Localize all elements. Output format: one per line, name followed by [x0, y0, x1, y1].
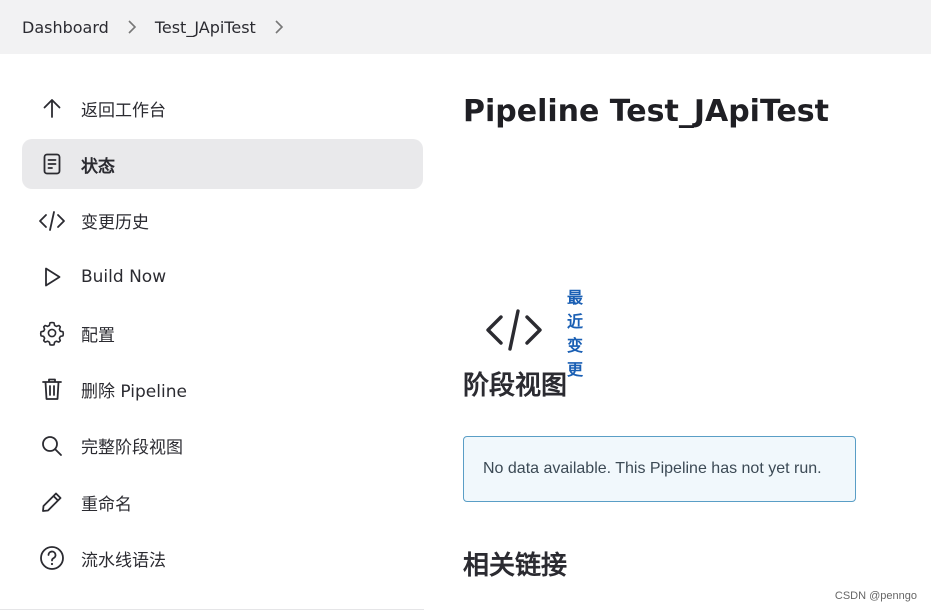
- sidebar-item-label: 返回工作台: [81, 100, 166, 121]
- watermark: CSDN @penngo: [834, 590, 917, 602]
- no-data-notice: No data available. This Pipeline has not…: [463, 436, 856, 502]
- sidebar-item-configure[interactable]: 配置: [22, 308, 423, 358]
- sidebar-item-label: Build Now: [81, 266, 167, 287]
- sidebar-item-delete-pipeline[interactable]: 删除 Pipeline: [22, 364, 423, 414]
- stage-view-heading: 阶段视图: [463, 371, 568, 401]
- page-title: Pipeline Test_JApiTest: [463, 94, 829, 129]
- code-icon[interactable]: [485, 308, 543, 356]
- sidebar-item-label: 配置: [81, 325, 115, 346]
- divider: [0, 609, 424, 610]
- sidebar-item-label: 变更历史: [81, 213, 149, 234]
- search-icon: [38, 432, 66, 460]
- chevron-right-icon[interactable]: [274, 19, 284, 35]
- sidebar-item-label: 完整阶段视图: [81, 438, 183, 459]
- document-icon: [38, 150, 66, 178]
- breadcrumb-dashboard[interactable]: Dashboard: [22, 18, 109, 37]
- sidebar: 返回工作台 状态 变更历史 Build Now 配置 删除 Pipeline 完…: [22, 83, 423, 590]
- pencil-icon: [38, 488, 66, 516]
- sidebar-item-label: 重命名: [81, 494, 132, 515]
- help-icon: [38, 544, 66, 572]
- sidebar-item-label: 删除 Pipeline: [81, 381, 187, 402]
- sidebar-item-full-stage-view[interactable]: 完整阶段视图: [22, 421, 423, 471]
- recent-changes-link[interactable]: 最近变更: [567, 284, 583, 380]
- sidebar-item-changes[interactable]: 变更历史: [22, 196, 423, 246]
- chevron-right-icon: [127, 19, 137, 35]
- sidebar-item-status[interactable]: 状态: [22, 139, 423, 190]
- sidebar-item-label: 状态: [81, 156, 115, 177]
- code-icon: [38, 207, 66, 235]
- breadcrumb-job[interactable]: Test_JApiTest: [155, 18, 256, 37]
- related-links-heading: 相关链接: [463, 551, 568, 581]
- gear-icon: [38, 319, 66, 347]
- sidebar-item-rename[interactable]: 重命名: [22, 477, 423, 527]
- trash-icon: [38, 375, 66, 403]
- sidebar-item-build-now[interactable]: Build Now: [22, 252, 423, 302]
- sidebar-item-label: 流水线语法: [81, 550, 166, 571]
- play-icon: [38, 263, 66, 291]
- arrow-up-icon: [38, 94, 66, 122]
- sidebar-item-back-to-dashboard[interactable]: 返回工作台: [22, 83, 423, 133]
- breadcrumb: Dashboard Test_JApiTest: [0, 0, 931, 54]
- sidebar-item-pipeline-syntax[interactable]: 流水线语法: [22, 533, 423, 583]
